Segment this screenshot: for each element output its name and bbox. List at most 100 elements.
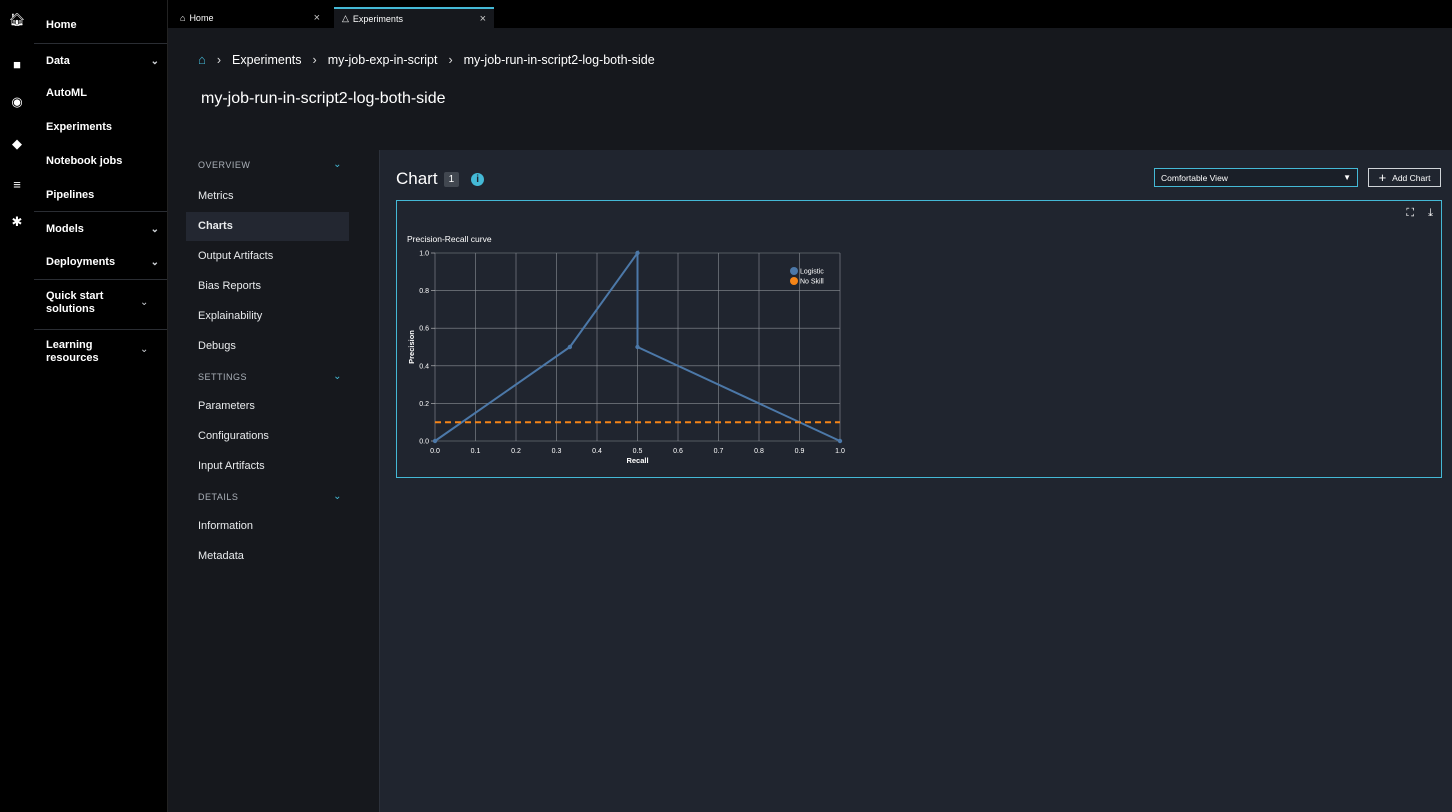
chart-heading: Chart 1 i [396, 169, 485, 189]
section-overview[interactable]: OVERVIEW ⌄ [198, 159, 348, 170]
home-icon: ⌂ [180, 12, 186, 23]
x-tick-label: 0.2 [511, 448, 521, 455]
x-axis-label: Recall [626, 456, 648, 465]
nav-item-learning-resources[interactable]: Learning resources [46, 339, 126, 365]
nav-item-pipelines[interactable]: Pipelines [46, 189, 159, 201]
y-tick-label: 0.6 [419, 326, 429, 333]
home-icon[interactable]: ⌂ [198, 52, 206, 67]
x-tick-label: 0.0 [430, 448, 440, 455]
circle-stop-icon[interactable]: ◉ [7, 92, 27, 112]
legend-swatch [790, 277, 798, 285]
git-icon[interactable]: ◆ [7, 134, 27, 154]
y-tick-label: 1.0 [419, 251, 429, 258]
legend-swatch [790, 267, 798, 275]
data-point [635, 344, 640, 350]
y-tick-label: 0.8 [419, 288, 429, 295]
chevron-right-icon: › [312, 52, 317, 67]
chevron-right-icon: › [216, 52, 222, 67]
nav-item-experiments[interactable]: Experiments [46, 121, 159, 133]
nav-item-automl[interactable]: AutoML [46, 87, 159, 99]
y-axis-label: Precision [407, 330, 416, 364]
data-point [567, 344, 573, 350]
nav-item-notebook-jobs[interactable]: Notebook jobs [46, 155, 159, 167]
x-tick-label: 0.1 [471, 448, 481, 455]
plus-icon: + [1378, 170, 1387, 185]
subnav-item-output-artifacts[interactable]: Output Artifacts [198, 250, 348, 262]
chevron-down-icon: ⌄ [333, 491, 342, 502]
view-select[interactable]: Comfortable View ▼ [1154, 168, 1358, 187]
legend-label: Logistic [800, 269, 824, 276]
tab-bar: ⌂ Home × △ Experiments × [168, 0, 1452, 28]
main-content: ⌂ › Experiments › my-job-exp-in-script ›… [168, 28, 1452, 812]
subnav-item-parameters[interactable]: Parameters [198, 400, 348, 412]
data-point [635, 250, 640, 256]
subnav-item-charts[interactable]: Charts [186, 212, 349, 241]
nav-divider [34, 43, 167, 44]
close-icon[interactable]: × [314, 12, 320, 24]
nav-divider [34, 279, 167, 280]
chevron-down-icon: ⌄ [333, 371, 342, 382]
home-icon[interactable]: 🏠︎ [7, 10, 27, 30]
x-tick-label: 0.8 [754, 448, 764, 455]
app: 🏠︎ ■ ◉ ◆ ≡ ✱ Home Data ⌄ AutoML Experimen… [0, 0, 1452, 812]
close-icon[interactable]: × [480, 13, 486, 25]
chevron-down-icon: ⌄ [140, 297, 149, 308]
tab-home[interactable]: ⌂ Home × [172, 7, 328, 28]
page-title: my-job-run-in-script2-log-both-side [201, 90, 446, 107]
y-tick-label: 0.2 [419, 401, 429, 408]
x-tick-label: 0.9 [795, 448, 805, 455]
caret-down-icon: ▼ [1343, 173, 1351, 182]
left-nav: Home Data ⌄ AutoML Experiments Notebook j… [34, 0, 168, 812]
breadcrumb-run: my-job-run-in-script2-log-both-side [463, 52, 655, 67]
chevron-down-icon: ⌄ [150, 256, 159, 268]
folder-icon[interactable]: ■ [7, 54, 27, 74]
chevron-down-icon: ⌄ [333, 159, 342, 170]
data-point [837, 438, 843, 444]
nav-item-data[interactable]: Data ⌄ [46, 55, 159, 67]
breadcrumb-experiments[interactable]: Experiments [232, 53, 301, 67]
list-icon[interactable]: ≡ [7, 174, 27, 194]
chart-panel: Chart 1 i Comfortable View ▼ + Add Chart… [379, 150, 1452, 812]
x-tick-label: 0.5 [633, 448, 643, 455]
chevron-down-icon: ⌄ [150, 55, 159, 67]
chevron-right-icon: › [448, 52, 453, 67]
breadcrumb: ⌂ › Experiments › my-job-exp-in-script ›… [198, 52, 655, 67]
subnav-item-input-artifacts[interactable]: Input Artifacts [198, 460, 348, 472]
x-tick-label: 0.7 [714, 448, 724, 455]
data-point [432, 438, 438, 444]
y-tick-label: 0.0 [419, 439, 429, 446]
nav-item-home[interactable]: Home [46, 19, 159, 31]
chart-count-badge: 1 [443, 171, 460, 187]
nav-divider [34, 211, 167, 212]
subnav-item-information[interactable]: Information [198, 520, 348, 532]
x-tick-label: 0.4 [592, 448, 602, 455]
y-tick-label: 0.4 [419, 363, 429, 370]
tab-experiments[interactable]: △ Experiments × [334, 7, 494, 28]
nav-item-models[interactable]: Models ⌄ [46, 223, 159, 235]
add-chart-button[interactable]: + Add Chart [1368, 168, 1441, 187]
subnav-item-debugs[interactable]: Debugs [198, 340, 348, 352]
section-settings[interactable]: SETTINGS ⌄ [198, 371, 348, 382]
info-icon[interactable]: i [471, 172, 485, 186]
subnav-item-configurations[interactable]: Configurations [198, 430, 348, 442]
flask-icon: △ [342, 13, 349, 23]
breadcrumb-experiment[interactable]: my-job-exp-in-script [328, 53, 438, 67]
nav-item-quick-start[interactable]: Quick start solutions [46, 290, 146, 316]
nav-item-deployments[interactable]: Deployments ⌄ [46, 256, 159, 268]
section-details[interactable]: DETAILS ⌄ [198, 491, 348, 502]
legend-label: No Skill [800, 279, 824, 286]
subnav-item-metadata[interactable]: Metadata [198, 550, 348, 562]
subnav-item-explainability[interactable]: Explainability [198, 310, 348, 322]
x-tick-label: 0.6 [673, 448, 683, 455]
icon-rail: 🏠︎ ■ ◉ ◆ ≡ ✱ [0, 0, 34, 812]
nav-divider [34, 329, 167, 330]
puzzle-icon[interactable]: ✱ [7, 212, 27, 232]
subnav-item-bias-reports[interactable]: Bias Reports [198, 280, 348, 292]
chevron-down-icon: ⌄ [150, 223, 159, 235]
chart-card: ⛶ ⤓ Precision-Recall curve 0.0 0.1 0.2 0.3 0… [396, 200, 1442, 478]
pr-curve-plot: 0.0 0.1 0.2 0.3 0.4 0.5 0.6 0.7 0.8 0.9 1.0 0.0 0.2 0… [407, 249, 845, 465]
x-tick-label: 1.0 [835, 448, 845, 455]
subnav-item-metrics[interactable]: Metrics [198, 190, 348, 202]
x-tick-label: 0.3 [552, 448, 562, 455]
chevron-down-icon: ⌄ [140, 344, 149, 355]
